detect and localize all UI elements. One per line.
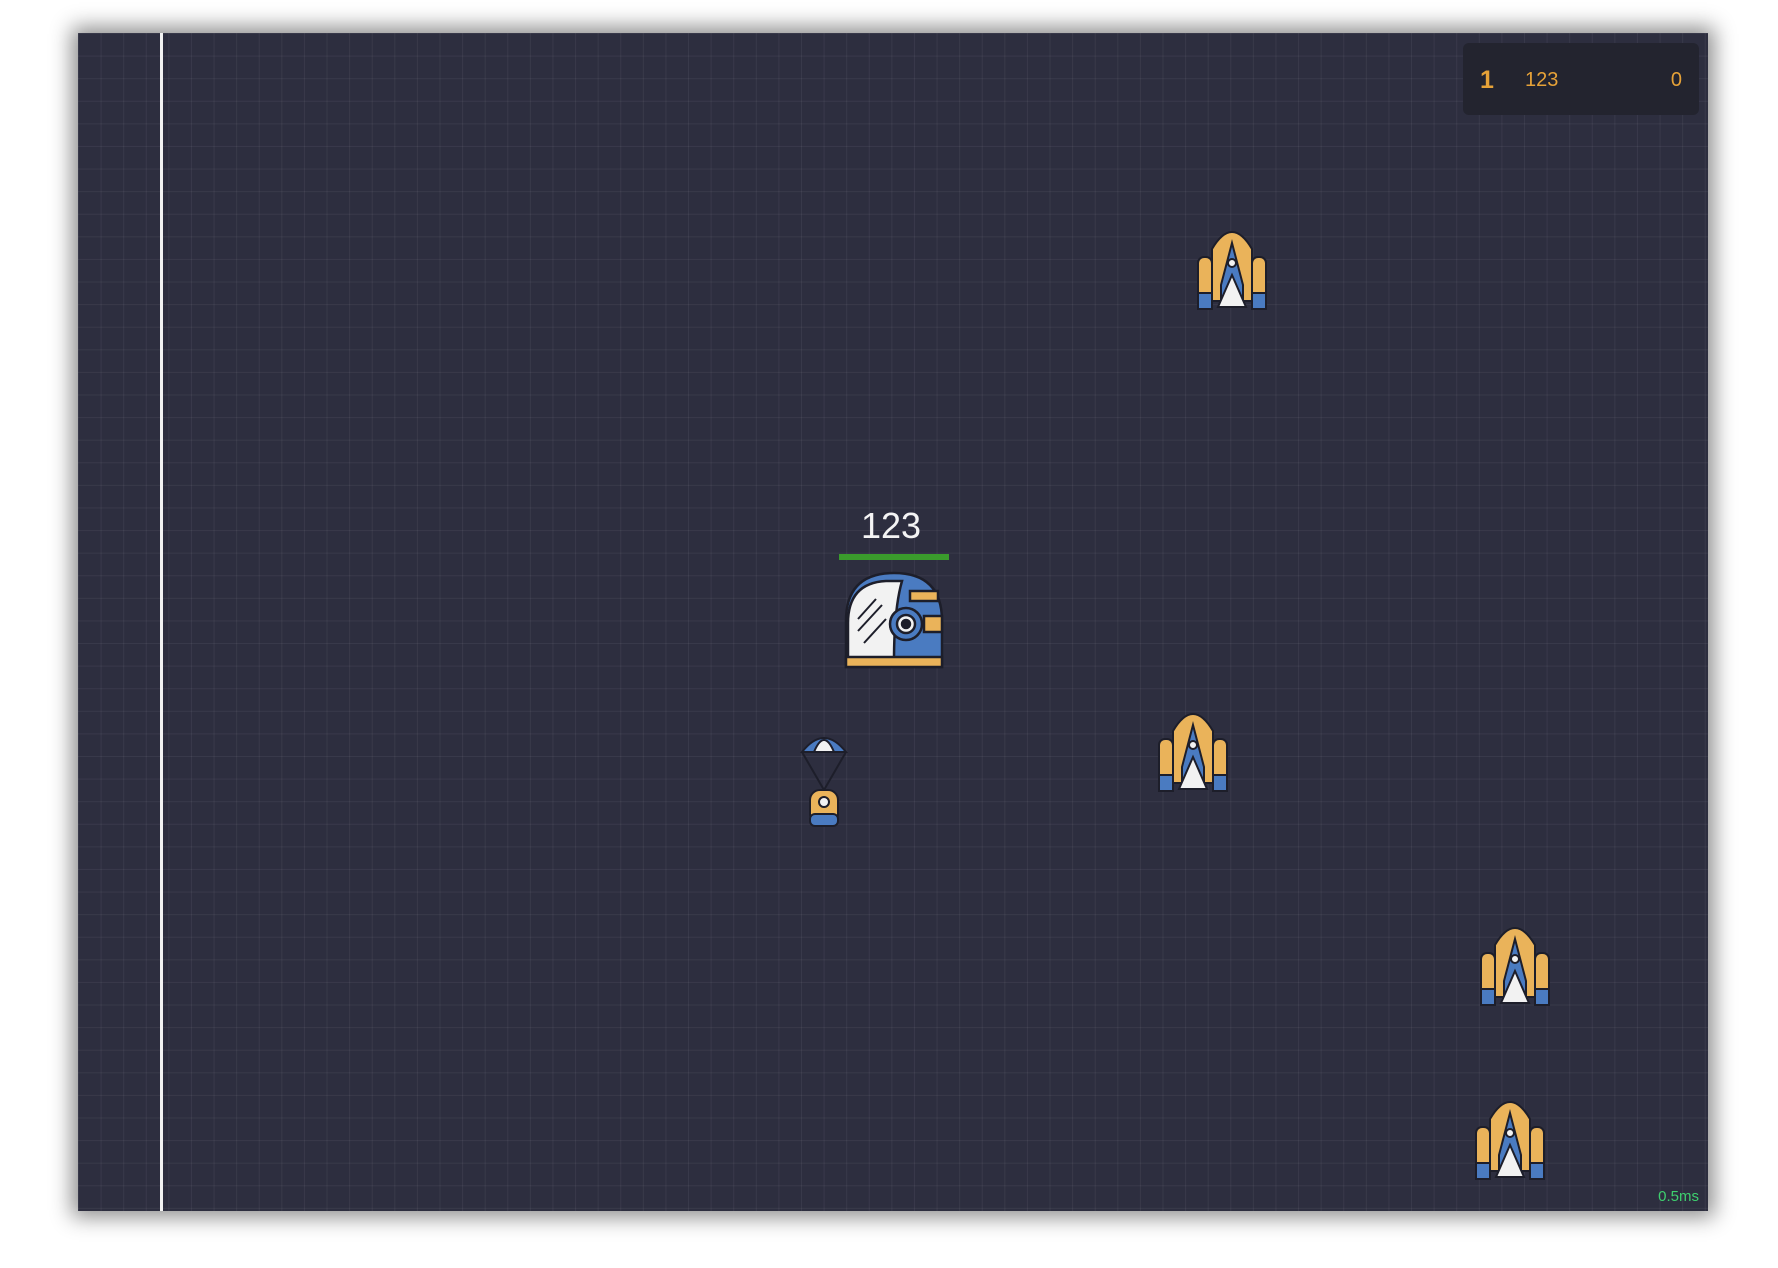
space-shuttle-icon bbox=[1197, 231, 1267, 310]
player-name-label: 123 bbox=[860, 505, 922, 546]
leaderboard: 1 123 0 bbox=[1463, 43, 1699, 115]
space-shuttle-icon bbox=[1480, 927, 1550, 1006]
map-boundary-line bbox=[160, 33, 163, 1211]
player-health-fill bbox=[839, 554, 949, 560]
leaderboard-rank: 1 bbox=[1480, 66, 1494, 94]
space-shuttle-icon bbox=[1475, 1101, 1545, 1180]
space-shuttle-icon bbox=[1158, 713, 1228, 792]
game-canvas[interactable]: 1 123 0 123 0.5ms bbox=[78, 33, 1708, 1211]
leaderboard-player-name: 123 bbox=[1525, 69, 1559, 91]
astronaut-helmet-icon[interactable] bbox=[842, 569, 946, 673]
leaderboard-score: 0 bbox=[1670, 69, 1682, 91]
frame-time-readout: 0.5ms bbox=[1658, 1188, 1699, 1205]
player-health-bar bbox=[839, 554, 949, 560]
parachute-supply-icon bbox=[799, 737, 849, 827]
